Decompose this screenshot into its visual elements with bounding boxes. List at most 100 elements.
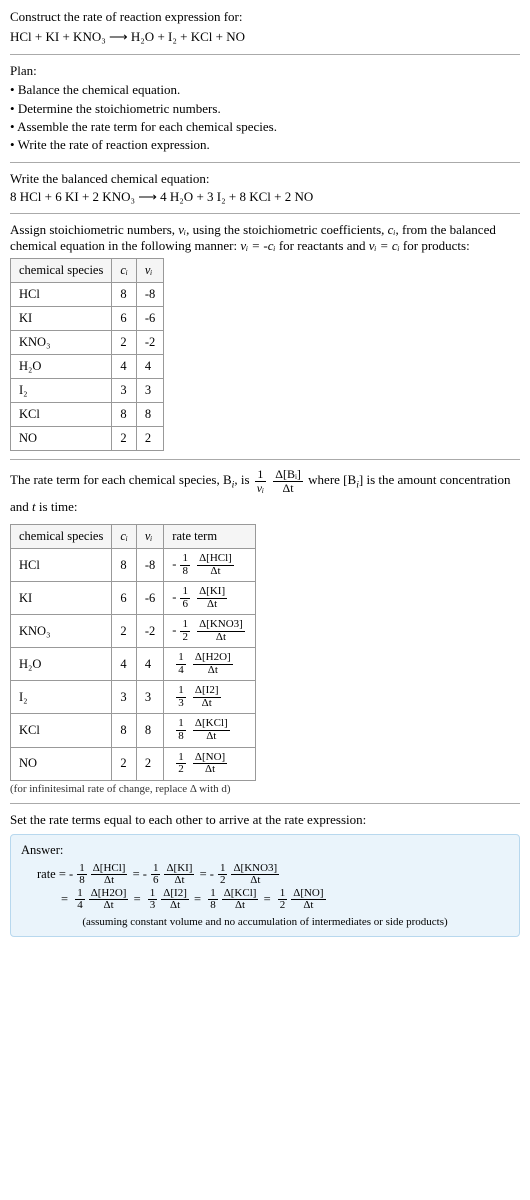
col-species: chemical species [11,259,112,283]
cell-c: 2 [112,427,137,451]
delta-frac: Δ[KCl]Δt [193,718,230,742]
sign: - [172,590,176,604]
plan-item: Balance the chemical equation. [10,81,520,99]
cell-c: 8 [112,403,137,427]
cell-c: 3 [112,681,137,714]
frac-one-over-nu: 1νᵢ [255,468,266,494]
balanced-section: Write the balanced chemical equation: 8 … [10,171,520,205]
num: 1 [255,468,266,482]
cell-species: KCl [11,714,112,747]
term: -18Δ[HCl]Δt [69,867,129,881]
term: 18Δ[KCl]Δt [204,892,260,906]
cell-rate: -12 Δ[KNO3]Δt [164,615,256,648]
cell-species: HCl [11,283,112,307]
cell-species: KI [11,582,112,615]
stoich-intro: Assign stoichiometric numbers, νᵢ, using… [10,222,520,254]
cell-species: KI [11,307,112,331]
text: for products: [400,238,470,253]
table-header-row: chemical species cᵢ νᵢ [11,259,164,283]
table-row: I₂ 3 3 13 Δ[I2]Δt [11,681,256,714]
coef-frac: 18 [208,888,218,912]
den: Δt [89,900,129,912]
num: 1 [180,586,190,599]
coef-frac: 18 [180,553,190,577]
delta-frac: Δ[HCl]Δt [91,863,128,887]
divider [10,54,520,55]
answer-label: Answer: [21,843,509,858]
cell-rate: 18 Δ[KCl]Δt [164,714,256,747]
cell-c: 4 [112,355,137,379]
delta-frac: Δ[KI]Δt [197,586,227,610]
delta-frac: Δ[KNO3]Δt [231,863,279,887]
eq: = [133,867,143,881]
den: Δt [197,566,234,578]
final-section: Set the rate terms equal to each other t… [10,812,520,937]
den: 4 [75,900,85,912]
plan-list: Balance the chemical equation. Determine… [10,81,520,154]
cell-species: KNO₃ [11,615,112,648]
term: 13Δ[I2]Δt [144,892,191,906]
den: 2 [278,900,288,912]
delta-frac: Δ[KI]Δt [164,863,194,887]
coef-frac: 18 [176,718,186,742]
term: -16Δ[KI]Δt [143,867,197,881]
delta-frac: Δ[I2]Δt [193,685,221,709]
den: 3 [148,900,158,912]
text: , is [234,472,252,487]
cell-v: 2 [136,427,163,451]
den: 8 [208,900,218,912]
cell-species: HCl [11,549,112,582]
den: Δt [193,698,221,710]
table-row: H₂O44 [11,355,164,379]
sign: - [172,623,176,637]
cell-rate: 14 Δ[H2O]Δt [164,648,256,681]
table-row: KI6-6 [11,307,164,331]
den: 2 [180,632,190,644]
rateterm-note: (for infinitesimal rate of change, repla… [10,783,520,795]
divider [10,162,520,163]
table-row: I₂33 [11,379,164,403]
cell-c: 3 [112,379,137,403]
cell-v: -8 [136,283,163,307]
cell-c: 2 [112,615,137,648]
sign: - [210,867,214,881]
table-row: HCl 8 -8 -18 Δ[HCl]Δt [11,549,256,582]
coef-frac: 16 [151,863,161,887]
sign: - [172,557,176,571]
cell-c: 6 [112,307,137,331]
rateterm-intro: The rate term for each chemical species,… [10,468,520,520]
cell-c: 2 [112,747,137,780]
cell-c: 8 [112,283,137,307]
plan-item: Assemble the rate term for each chemical… [10,118,520,136]
cell-v: -6 [136,582,163,615]
num: Δ[Bᵢ] [273,468,303,482]
delta-frac: Δ[H2O]Δt [89,888,129,912]
table-row: KCl88 [11,403,164,427]
den: Δt [291,900,325,912]
coef-frac: 16 [180,586,190,610]
coef-frac: 14 [75,888,85,912]
plan-item: Write the rate of reaction expression. [10,136,520,154]
cell-rate: -16 Δ[KI]Δt [164,582,256,615]
num: Δ[H2O] [193,652,233,665]
delta-frac: Δ[H2O]Δt [193,652,233,676]
delta-frac: Δ[KNO3]Δt [197,619,245,643]
den: Δt [164,875,194,887]
table-row: KI 6 -6 -16 Δ[KI]Δt [11,582,256,615]
cell-v: -6 [136,307,163,331]
eq: = [264,892,274,906]
cell-c: 8 [112,549,137,582]
den: Δt [193,731,230,743]
divider [10,459,520,460]
table-row: NO22 [11,427,164,451]
den: 6 [151,875,161,887]
den: Δt [91,875,128,887]
text: Assign stoichiometric numbers, [10,222,178,237]
table-row: HCl8-8 [11,283,164,307]
cell-species: H₂O [11,355,112,379]
symbol-nu-c: νᵢ = cᵢ [369,238,400,253]
cell-v: 3 [136,379,163,403]
symbol-nu-i: νᵢ [178,222,186,237]
plan-section: Plan: Balance the chemical equation. Det… [10,63,520,154]
cell-rate: 12 Δ[NO]Δt [164,747,256,780]
